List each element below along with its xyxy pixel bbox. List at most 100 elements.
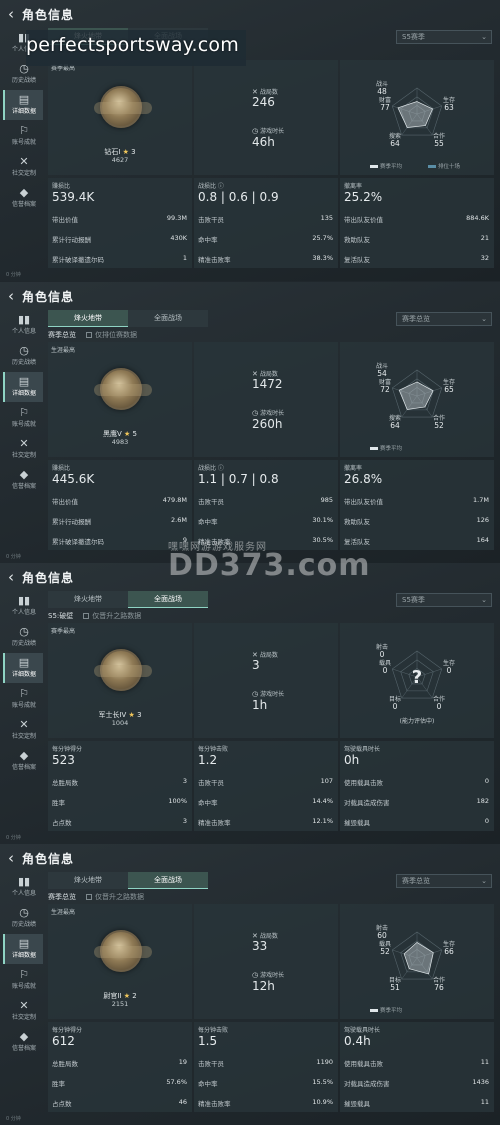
radar-series-shape	[397, 101, 434, 128]
play-time-label: ◷ 游戏时长	[252, 126, 284, 135]
play-time-label-text: 游戏时长	[260, 128, 285, 135]
tab-full-battlefield[interactable]: 全面战场	[128, 310, 208, 327]
filter-checkbox[interactable]: 仅晋升之路数据	[83, 611, 141, 621]
tab-hazard-zone[interactable]: 烽火地带	[48, 591, 128, 608]
tab-full-battlefield[interactable]: 全面战场	[128, 872, 208, 889]
sidebar-item-5[interactable]: ◆ 信誉档案	[3, 183, 43, 213]
stat-card: 每分钟击败 1.2 击败干员 107 命中率 14.4% 精准击败率 12.1%	[194, 741, 338, 831]
season-dropdown[interactable]: S5赛季 ⌄	[396, 30, 492, 44]
stat-row: 对载具造成伤害 1436	[344, 1078, 489, 1088]
sidebar-item-0[interactable]: ▮▮ 个人信息	[3, 591, 43, 621]
rank-stars: 5	[132, 430, 137, 438]
play-time-label: ◷ 游戏时长	[252, 408, 284, 417]
sidebar-item-3[interactable]: ⚐ 账号成就	[3, 403, 43, 433]
sidebar-item-2[interactable]: ▤ 详细数据	[3, 372, 43, 402]
rank-points: 4983	[111, 438, 129, 446]
clock-icon: ◷	[252, 971, 259, 979]
ability-radar-card: ? 射击 0 生存 0 合作 0 目标 0 载具 0 (能力评估中)	[340, 623, 494, 738]
stat-row-label: 摧毁载具	[344, 1100, 370, 1108]
checkbox-icon	[83, 613, 90, 619]
radar-axis-value: 65	[444, 385, 454, 394]
sidebar-item-2[interactable]: ▤ 详细数据	[3, 653, 43, 683]
stat-row-value: 12.1%	[312, 817, 333, 825]
sidebar-item-0[interactable]: ▮▮ 个人信息	[3, 872, 43, 902]
games-card: ✕ 战局数 1472 ◷ 游戏时长 260h	[194, 342, 338, 457]
stat-row-label: 复活队友	[344, 538, 370, 546]
radar-legend: 赛季平均	[370, 1006, 402, 1014]
stat-header: 战损比 ⓘ	[198, 465, 224, 472]
sidebar: ▮▮ 个人信息 ◷ 历史战绩 ▤ 详细数据 ⚐ 账号成就 ✕ 社交定制 ◆ 信誉档案	[3, 591, 43, 777]
filter-row: 赛季总览 仅排位赛数据	[48, 330, 137, 340]
sidebar-item-4[interactable]: ✕ 社交定制	[3, 434, 43, 464]
header-bar: ‹ 角色信息	[0, 844, 500, 872]
rank-title: 军士长IV	[98, 711, 127, 719]
stat-row-value: 38.3%	[312, 254, 333, 262]
sidebar-item-0[interactable]: ▮▮ 个人信息	[3, 310, 43, 340]
season-dropdown[interactable]: 赛季总览 ⌄	[396, 874, 492, 888]
sidebar: ▮▮ 个人信息 ◷ 历史战绩 ▤ 详细数据 ⚐ 账号成就 ✕ 社交定制 ◆ 信誉档案	[3, 872, 43, 1058]
sidebar-item-label: 账号成就	[11, 421, 36, 428]
back-button[interactable]: ‹	[0, 844, 22, 872]
season-dropdown[interactable]: S5赛季 ⌄	[396, 593, 492, 607]
back-button[interactable]: ‹	[0, 282, 22, 310]
stat-card: 战损比 ⓘ 0.8 | 0.6 | 0.9 击败干员 135 命中率 25.7% 精准击败率…	[194, 178, 338, 268]
tab-hazard-zone[interactable]: 烽火地带	[48, 310, 128, 327]
folder-icon: ▤	[18, 937, 30, 950]
sidebar-item-3[interactable]: ⚐ 账号成就	[3, 684, 43, 714]
radar-axis-value: 76	[434, 983, 444, 992]
filter-row: 赛季总览 仅晋升之路数据	[48, 892, 144, 902]
sidebar-item-2[interactable]: ▤ 详细数据	[3, 934, 43, 964]
sidebar-item-label: 历史战绩	[11, 921, 36, 928]
sidebar-item-1[interactable]: ◷ 历史战绩	[3, 341, 43, 371]
season-dropdown[interactable]: 赛季总览 ⌄	[396, 312, 492, 326]
sidebar-item-4[interactable]: ✕ 社交定制	[3, 715, 43, 745]
rank-medal-icon	[94, 930, 152, 972]
rank-card: 生涯最高 尉官II ★ 2 2151	[48, 904, 192, 1019]
sidebar-item-3[interactable]: ⚐ 账号成就	[3, 965, 43, 995]
radar-axis-value: 0	[437, 702, 442, 711]
total-games-label-text: 战局数	[259, 652, 278, 659]
tab-full-battlefield[interactable]: 全面战场	[128, 591, 208, 608]
sidebar-item-5[interactable]: ◆ 信誉档案	[3, 1027, 43, 1057]
chevron-down-icon: ⌄	[481, 315, 487, 323]
radar-axis-value: 0	[383, 666, 388, 675]
overview-row: 赛季最高 钻石I ★ 3 4627 ✕ 战局数 246 ◷ 游戏时长 46h 战斗 48 生存 63 合作…	[48, 60, 494, 175]
radar-chart: 射击60生存66合作76目标51载具52	[376, 924, 455, 992]
stat-row: 击败干员 1190	[198, 1058, 333, 1068]
back-button[interactable]: ‹	[0, 0, 22, 28]
filter-checkbox[interactable]: 仅晋升之路数据	[86, 892, 144, 902]
radar-axis-value: 0	[447, 666, 452, 675]
sidebar-item-1[interactable]: ◷ 历史战绩	[3, 903, 43, 933]
chevron-down-icon: ⌄	[481, 596, 487, 604]
sidebar-item-2[interactable]: ▤ 详细数据	[3, 90, 43, 120]
back-button[interactable]: ‹	[0, 563, 22, 591]
checkbox-icon	[86, 332, 92, 338]
radar-axis-value: 0	[393, 702, 398, 711]
folder-icon: ▤	[18, 375, 30, 388]
stat-row: 救助队友 126	[344, 516, 489, 526]
sidebar-item-1[interactable]: ◷ 历史战绩	[3, 622, 43, 652]
rank-card: 赛季最高 军士长IV ★ 3 1004	[48, 623, 192, 738]
sidebar-item-label: 个人信息	[11, 609, 36, 616]
sidebar-item-label: 账号成就	[11, 983, 36, 990]
filter-checkbox[interactable]: 仅排位赛数据	[86, 330, 137, 340]
tab-hazard-zone[interactable]: 烽火地带	[48, 872, 128, 889]
stat-row-value: 19	[178, 1058, 187, 1066]
play-time-label-text: 游戏时长	[260, 410, 285, 417]
sidebar-item-4[interactable]: ✕ 社交定制	[3, 152, 43, 182]
stat-row: 使用载具击败 11	[344, 1058, 489, 1068]
stat-row-value: 57.6%	[166, 1078, 187, 1086]
legend-label: 赛季平均	[380, 446, 403, 452]
stat-row: 命中率 30.1%	[198, 516, 333, 526]
sidebar-item-4[interactable]: ✕ 社交定制	[3, 996, 43, 1026]
sidebar-item-5[interactable]: ◆ 信誉档案	[3, 465, 43, 495]
sidebar-item-5[interactable]: ◆ 信誉档案	[3, 746, 43, 776]
sidebar-item-label: 详细数据	[11, 108, 36, 115]
stat-header: 赚损比	[52, 465, 71, 472]
sidebar-item-3[interactable]: ⚐ 账号成就	[3, 121, 43, 151]
stat-card: 战损比 ⓘ 1.1 | 0.7 | 0.8 击败干员 985 命中率 30.1% 精准击败率…	[194, 460, 338, 550]
radar-axis-value: 72	[380, 385, 390, 394]
rank-stars: 3	[137, 711, 142, 719]
stat-row-label: 击败干员	[198, 1060, 224, 1068]
sidebar-item-label: 个人信息	[11, 328, 36, 335]
